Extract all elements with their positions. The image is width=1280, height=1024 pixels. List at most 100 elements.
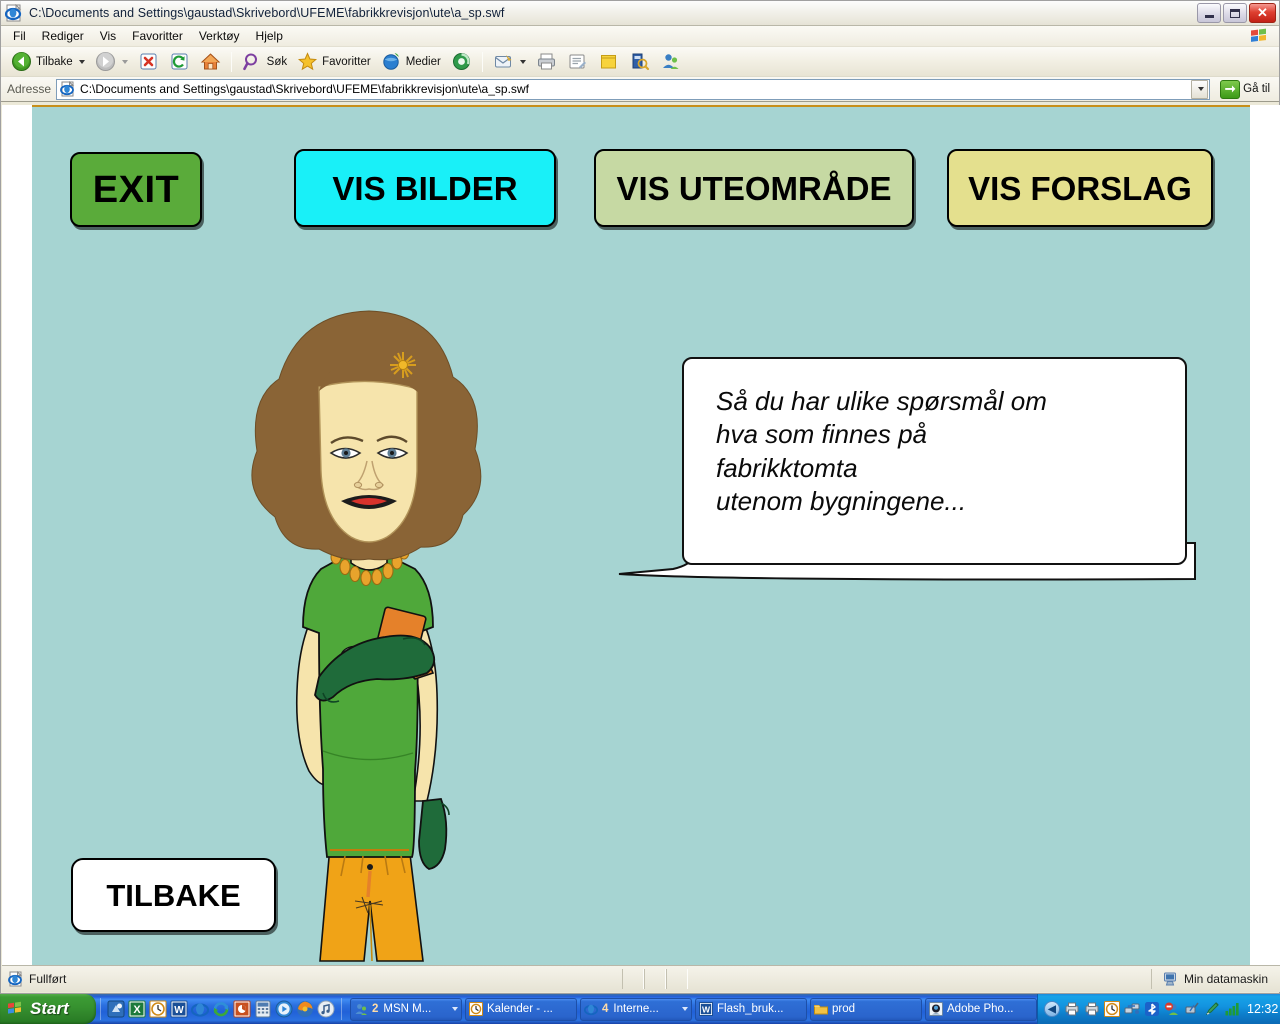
clock-icon[interactable] xyxy=(149,1000,167,1018)
history-button[interactable] xyxy=(446,50,477,74)
firefox-icon[interactable] xyxy=(296,1000,314,1018)
task-button[interactable]: 4 Interne... xyxy=(580,997,692,1021)
network-connection-icon[interactable] xyxy=(1124,1001,1140,1017)
task-label: Adobe Pho... xyxy=(947,1003,1014,1015)
search-button[interactable]: Søk xyxy=(237,50,292,74)
address-input-wrapper[interactable]: C:\Documents and Settings\gaustad\Skrive… xyxy=(56,78,1211,100)
menu-bar: Fil Rediger Vis Favoritter Verktøy Hjelp xyxy=(1,26,1279,47)
clock-tray-icon[interactable] xyxy=(1104,1001,1120,1017)
woman-character-illustration xyxy=(227,301,492,966)
menu-item-vis[interactable]: Vis xyxy=(92,27,124,45)
vis-bilder-button[interactable]: VIS BILDER xyxy=(294,149,556,227)
messenger-button[interactable] xyxy=(655,50,686,74)
task-list: 2 MSN M... Kalender - ... 4 Interne... W… xyxy=(346,997,1037,1021)
vis-forslag-button[interactable]: VIS FORSLAG xyxy=(947,149,1213,227)
media-button[interactable]: Medier xyxy=(376,50,446,74)
favorites-button-label: Favoritter xyxy=(322,55,371,68)
chevron-down-icon[interactable] xyxy=(78,59,85,64)
mail-icon xyxy=(493,51,514,72)
minimize-button[interactable] xyxy=(1197,3,1221,23)
windows-flag-icon xyxy=(1247,27,1273,46)
network-printer-icon[interactable] xyxy=(1064,1001,1080,1017)
media-player-icon[interactable] xyxy=(275,1000,293,1018)
chevron-down-icon[interactable] xyxy=(121,59,128,64)
sync-icon[interactable] xyxy=(212,1000,230,1018)
task-button[interactable]: Kalender - ... xyxy=(465,997,577,1021)
mail-button[interactable] xyxy=(488,50,531,74)
system-tray: ◀ 12:32 xyxy=(1037,994,1280,1024)
internet-explorer-icon[interactable] xyxy=(190,1000,210,1018)
chevron-left-icon[interactable]: ◀ xyxy=(1044,1001,1060,1017)
stop-button[interactable] xyxy=(133,50,164,74)
clock-icon xyxy=(469,1002,483,1016)
exit-button[interactable]: EXIT xyxy=(70,152,202,227)
start-button[interactable]: Start xyxy=(0,994,96,1024)
show-desktop-icon[interactable] xyxy=(107,1000,125,1018)
refresh-icon xyxy=(169,51,190,72)
toolbar-grip[interactable] xyxy=(100,998,101,1020)
menu-item-verktoy[interactable]: Verktøy xyxy=(191,27,248,45)
word-icon[interactable]: W xyxy=(170,1000,188,1018)
navigation-toolbar: Tilbake Søk Favoritter Medier xyxy=(1,47,1279,77)
tray-clock[interactable]: 12:32 xyxy=(1247,1002,1278,1016)
forward-button[interactable] xyxy=(90,50,133,74)
chevron-down-icon[interactable] xyxy=(452,1007,458,1011)
window-title: C:\Documents and Settings\gaustad\Skrive… xyxy=(29,6,505,20)
my-computer-icon xyxy=(1162,971,1178,987)
speech-bubble-text: Så du har ulike spørsmål om hva som finn… xyxy=(716,386,1047,516)
notes-button[interactable] xyxy=(593,50,624,74)
security-zone[interactable]: Min datamaskin xyxy=(1150,969,1280,989)
user-blocked-icon[interactable] xyxy=(1164,1001,1180,1017)
menu-item-hjelp[interactable]: Hjelp xyxy=(248,27,291,45)
address-input[interactable]: C:\Documents and Settings\gaustad\Skrive… xyxy=(80,82,1191,96)
svg-text:W: W xyxy=(702,1005,711,1015)
browser-window: C:\Documents and Settings\gaustad\Skrive… xyxy=(0,0,1280,994)
signal-bars-icon[interactable] xyxy=(1224,1001,1240,1017)
back-button-label: Tilbake xyxy=(36,55,73,68)
pen-icon[interactable] xyxy=(1204,1001,1220,1017)
windows-flag-icon xyxy=(5,999,25,1019)
research-button[interactable] xyxy=(624,50,655,74)
refresh-button[interactable] xyxy=(164,50,195,74)
menu-item-fil[interactable]: Fil xyxy=(5,27,34,45)
back-arrow-icon xyxy=(11,51,32,72)
chevron-down-icon[interactable] xyxy=(682,1007,688,1011)
svg-text:W: W xyxy=(174,1005,184,1016)
close-button[interactable]: ✕ xyxy=(1249,3,1276,23)
itunes-icon[interactable] xyxy=(317,1000,335,1018)
excel-icon[interactable]: X xyxy=(128,1000,146,1018)
ie-document-icon xyxy=(5,4,23,22)
powerpoint-icon[interactable] xyxy=(233,1000,251,1018)
media-button-label: Medier xyxy=(405,55,441,68)
menu-item-rediger[interactable]: Rediger xyxy=(34,27,92,45)
address-dropdown-button[interactable] xyxy=(1191,79,1209,99)
network-printer-icon[interactable] xyxy=(1084,1001,1100,1017)
edit-button[interactable] xyxy=(562,50,593,74)
task-label: Flash_bruk... xyxy=(717,1003,784,1015)
document-icon xyxy=(60,80,76,97)
home-button[interactable] xyxy=(195,50,226,74)
task-button[interactable]: W Flash_bruk... xyxy=(695,997,807,1021)
bluetooth-icon[interactable] xyxy=(1144,1001,1160,1017)
toolbar-grip[interactable] xyxy=(341,998,342,1020)
task-button[interactable]: 2 MSN M... xyxy=(350,997,462,1021)
flash-stage: EXIT VIS BILDER VIS UTEOMRÅDE VIS FORSLA… xyxy=(32,105,1250,966)
wireless-icon[interactable] xyxy=(1184,1001,1200,1017)
maximize-button[interactable] xyxy=(1223,3,1247,23)
window-controls: ✕ xyxy=(1197,3,1276,23)
menu-item-favoritter[interactable]: Favoritter xyxy=(124,27,191,45)
calculator-icon[interactable] xyxy=(254,1000,272,1018)
go-button-label: Gå til xyxy=(1243,83,1270,95)
back-button[interactable]: Tilbake xyxy=(6,50,90,74)
status-bar: Fullført Min datamaskin xyxy=(2,965,1280,992)
task-button[interactable]: Adobe Pho... xyxy=(925,997,1037,1021)
favorites-button[interactable]: Favoritter xyxy=(292,50,376,74)
search-icon xyxy=(242,51,263,72)
chevron-down-icon[interactable] xyxy=(519,59,526,64)
go-arrow-icon: ➞ xyxy=(1220,79,1241,99)
title-bar: C:\Documents and Settings\gaustad\Skrive… xyxy=(1,1,1279,26)
vis-uteomrade-button[interactable]: VIS UTEOMRÅDE xyxy=(594,149,914,227)
go-button[interactable]: ➞ Gå til xyxy=(1217,79,1273,100)
task-button[interactable]: prod xyxy=(810,997,922,1021)
print-button[interactable] xyxy=(531,50,562,74)
